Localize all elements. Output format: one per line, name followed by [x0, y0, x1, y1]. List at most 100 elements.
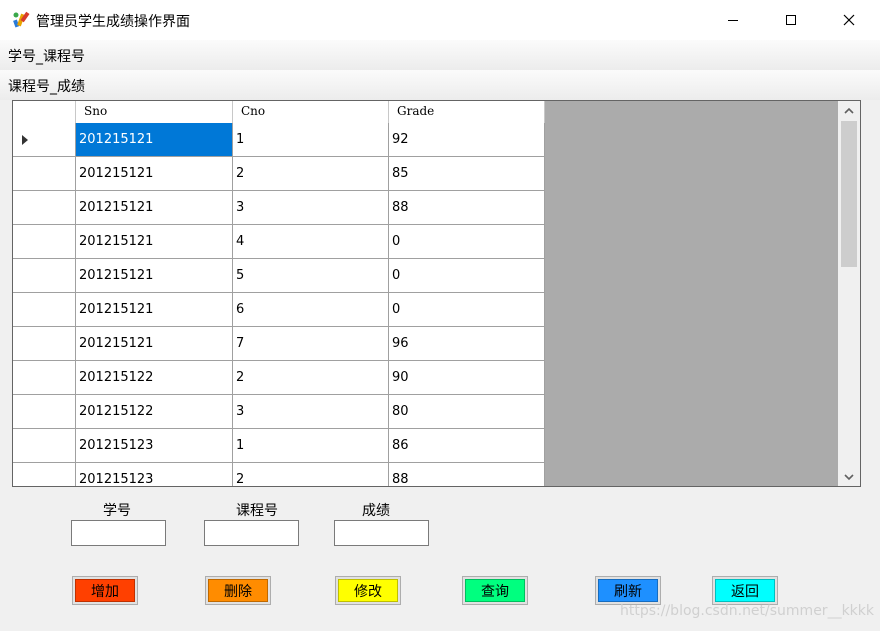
row-header[interactable] — [13, 429, 76, 463]
close-button[interactable] — [820, 0, 878, 40]
maximize-icon — [786, 15, 796, 25]
query-button[interactable]: 查询 — [462, 576, 528, 605]
scroll-thumb[interactable] — [841, 121, 857, 267]
table-row[interactable]: 201215121 3 88 — [13, 191, 545, 225]
grade-cell[interactable]: 92 — [389, 123, 545, 157]
cno-input[interactable] — [204, 520, 299, 546]
grade-cell[interactable]: 86 — [389, 429, 545, 463]
grid-header: Sno Cno Grade — [13, 101, 545, 123]
row-header[interactable] — [13, 327, 76, 361]
cno-cell[interactable]: 2 — [233, 463, 389, 486]
sno-label: 学号 — [103, 503, 131, 519]
delete-button[interactable]: 删除 — [205, 576, 271, 605]
title-bar: 管理员学生成绩操作界面 — [0, 0, 880, 40]
table-row[interactable]: 201215121 7 96 — [13, 327, 545, 361]
row-header[interactable] — [13, 395, 76, 429]
cno-cell[interactable]: 6 — [233, 293, 389, 327]
cno-cell[interactable]: 3 — [233, 395, 389, 429]
sno-cell[interactable]: 201215121 — [76, 327, 233, 361]
table-row[interactable]: 201215123 1 86 — [13, 429, 545, 463]
table-row[interactable]: 201215123 2 88 — [13, 463, 545, 486]
cno-cell[interactable]: 2 — [233, 361, 389, 395]
grade-label: 成绩 — [362, 503, 390, 519]
table-row[interactable]: 201215121 2 85 — [13, 157, 545, 191]
back-button-label: 返回 — [715, 579, 775, 602]
menu-bar-cno-grade: 课程号_成绩 — [0, 70, 880, 100]
cno-cell[interactable]: 2 — [233, 157, 389, 191]
row-header[interactable] — [13, 259, 76, 293]
sno-cell[interactable]: 201215121 — [76, 123, 233, 157]
grade-cell[interactable]: 0 — [389, 259, 545, 293]
grade-cell[interactable]: 88 — [389, 191, 545, 225]
data-grid[interactable]: Sno Cno Grade 201215121 1 92 201215121 2 85 20… — [12, 100, 861, 487]
sno-cell[interactable]: 201215122 — [76, 395, 233, 429]
table-row[interactable]: 201215121 1 92 — [13, 123, 545, 157]
vertical-scrollbar[interactable] — [838, 101, 860, 486]
row-header[interactable] — [13, 157, 76, 191]
column-header-sno[interactable]: Sno — [76, 101, 233, 123]
sno-cell[interactable]: 201215121 — [76, 293, 233, 327]
back-button[interactable]: 返回 — [712, 576, 778, 605]
table-row[interactable]: 201215122 2 90 — [13, 361, 545, 395]
grade-cell[interactable]: 88 — [389, 463, 545, 486]
cno-cell[interactable]: 1 — [233, 429, 389, 463]
scroll-down-button[interactable] — [838, 468, 860, 486]
sno-input[interactable] — [71, 520, 166, 546]
sno-cell[interactable]: 201215121 — [76, 259, 233, 293]
query-button-label: 查询 — [465, 579, 525, 602]
table-row[interactable]: 201215122 3 80 — [13, 395, 545, 429]
minimize-icon — [728, 20, 738, 21]
row-header-corner[interactable] — [13, 101, 76, 123]
sno-cell[interactable]: 201215123 — [76, 463, 233, 486]
cno-cell[interactable]: 1 — [233, 123, 389, 157]
sno-cell[interactable]: 201215122 — [76, 361, 233, 395]
grade-cell[interactable]: 96 — [389, 327, 545, 361]
minimize-button[interactable] — [704, 0, 762, 40]
watermark-text: https://blog.csdn.net/summer__kkkk — [620, 603, 874, 619]
row-header[interactable] — [13, 463, 76, 486]
row-header[interactable] — [13, 225, 76, 259]
maximize-button[interactable] — [762, 0, 820, 40]
app-paint-icon — [13, 11, 30, 28]
menu-bar-sno-cno: 学号_课程号 — [0, 40, 880, 70]
cno-cell[interactable]: 7 — [233, 327, 389, 361]
column-header-cno[interactable]: Cno — [233, 101, 389, 123]
grade-cell[interactable]: 85 — [389, 157, 545, 191]
cno-cell[interactable]: 3 — [233, 191, 389, 225]
cno-label: 课程号 — [236, 503, 278, 519]
chevron-down-icon — [844, 473, 854, 480]
grade-cell[interactable]: 0 — [389, 293, 545, 327]
modify-button[interactable]: 修改 — [335, 576, 401, 605]
menu-item-cno-grade[interactable]: 课程号_成绩 — [8, 76, 85, 96]
cno-cell[interactable]: 4 — [233, 225, 389, 259]
grade-cell[interactable]: 80 — [389, 395, 545, 429]
row-header[interactable] — [13, 293, 76, 327]
column-header-grade[interactable]: Grade — [389, 101, 545, 123]
grade-cell[interactable]: 90 — [389, 361, 545, 395]
menu-item-sno-cno[interactable]: 学号_课程号 — [8, 46, 85, 66]
sno-cell[interactable]: 201215121 — [76, 225, 233, 259]
current-row-triangle-icon — [22, 135, 28, 145]
add-button-label: 增加 — [75, 579, 135, 602]
sno-cell[interactable]: 201215121 — [76, 191, 233, 225]
row-header[interactable] — [13, 361, 76, 395]
table-row[interactable]: 201215121 4 0 — [13, 225, 545, 259]
grade-cell[interactable]: 0 — [389, 225, 545, 259]
table-row[interactable]: 201215121 5 0 — [13, 259, 545, 293]
sno-cell[interactable]: 201215121 — [76, 157, 233, 191]
sno-cell[interactable]: 201215123 — [76, 429, 233, 463]
add-button[interactable]: 增加 — [72, 576, 138, 605]
window-title: 管理员学生成绩操作界面 — [36, 14, 190, 30]
refresh-button[interactable]: 刷新 — [595, 576, 661, 605]
table-row[interactable]: 201215121 6 0 — [13, 293, 545, 327]
row-header[interactable] — [13, 191, 76, 225]
row-header[interactable] — [13, 123, 76, 157]
chevron-up-icon — [844, 107, 854, 114]
delete-button-label: 删除 — [208, 579, 268, 602]
cno-cell[interactable]: 5 — [233, 259, 389, 293]
refresh-button-label: 刷新 — [598, 579, 658, 602]
close-icon — [843, 14, 855, 26]
grade-input[interactable] — [334, 520, 429, 546]
grid-body: 201215121 1 92 201215121 2 85 201215121 3 88 2012… — [13, 123, 545, 486]
scroll-up-button[interactable] — [838, 101, 860, 119]
